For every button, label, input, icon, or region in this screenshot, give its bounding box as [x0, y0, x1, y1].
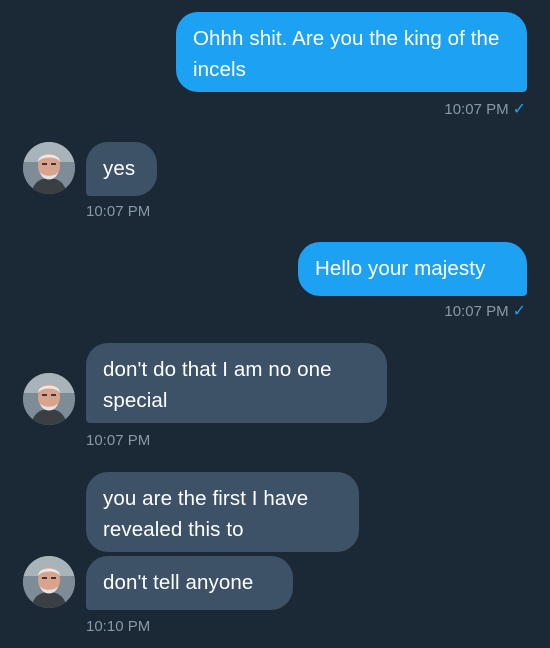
timestamp-text: 10:10 PM	[86, 618, 151, 635]
message-text: Ohhh shit. Are you the king of the incel…	[193, 27, 500, 81]
timestamp-text: 10:07 PM	[86, 203, 151, 220]
message-timestamp: 10:10 PM	[86, 618, 150, 636]
incoming-message-bubble[interactable]: you are the first I have revealed this t…	[86, 472, 359, 552]
incoming-message-bubble[interactable]: don't do that I am no one special	[86, 343, 387, 423]
message-timestamp: 10:07 PM ✓	[444, 303, 526, 321]
message-timestamp: 10:07 PM ✓	[444, 101, 526, 119]
incoming-message-bubble[interactable]: yes	[86, 142, 157, 196]
checkmark-icon: ✓	[512, 303, 526, 320]
message-text: yes	[103, 157, 136, 180]
message-text: don't tell anyone	[103, 571, 254, 594]
avatar-image	[23, 373, 75, 425]
avatar[interactable]	[23, 142, 75, 194]
outgoing-message-bubble[interactable]: Hello your majesty	[298, 242, 527, 296]
avatar[interactable]	[23, 373, 75, 425]
avatar[interactable]	[23, 556, 75, 608]
message-text: don't do that I am no one special	[103, 358, 332, 412]
timestamp-text: 10:07 PM	[444, 101, 509, 118]
avatar-image	[23, 142, 75, 194]
timestamp-text: 10:07 PM	[444, 303, 509, 320]
outgoing-message-bubble[interactable]: Ohhh shit. Are you the king of the incel…	[176, 12, 527, 92]
message-timestamp: 10:07 PM	[86, 432, 150, 450]
incoming-message-bubble[interactable]: don't tell anyone	[86, 556, 293, 610]
message-text: Hello your majesty	[315, 257, 486, 280]
checkmark-icon: ✓	[512, 101, 526, 118]
timestamp-text: 10:07 PM	[86, 432, 151, 449]
message-text: you are the first I have revealed this t…	[103, 487, 309, 541]
avatar-image	[23, 556, 75, 608]
message-timestamp: 10:07 PM	[86, 203, 150, 221]
